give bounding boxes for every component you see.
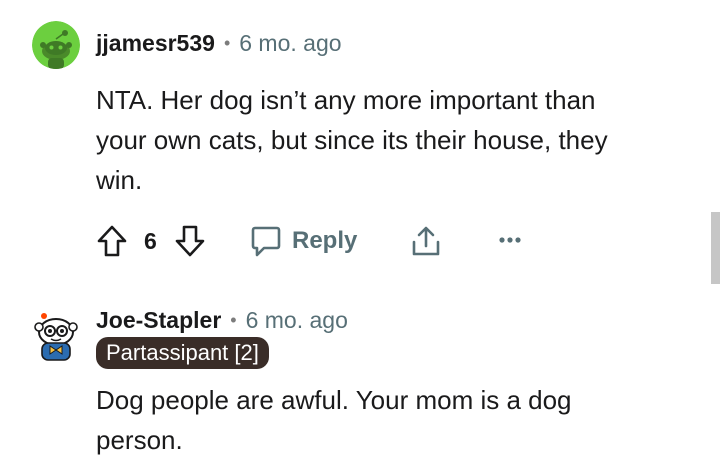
arrow-down-icon — [175, 225, 205, 257]
comment-line: Dog people are awful. Your mom is a dog — [96, 385, 572, 415]
snoo-with-bowtie-avatar-icon — [34, 313, 78, 361]
timestamp: 6 mo. ago — [239, 30, 342, 56]
more-dots-icon — [499, 237, 521, 243]
meta-separator: • — [230, 310, 237, 330]
timestamp: 6 mo. ago — [245, 307, 348, 333]
share-button[interactable] — [410, 224, 442, 258]
avatar[interactable] — [32, 21, 80, 69]
meta-separator: • — [223, 33, 231, 53]
speech-bubble-icon — [251, 226, 281, 257]
comment: jjamesr539 • 6 mo. ago NTA. Her dog isn’… — [0, 0, 720, 290]
vote-count: 6 — [144, 228, 157, 254]
scrollbar-thumb[interactable] — [711, 212, 720, 284]
comment-meta: Joe-Stapler • 6 mo. ago — [96, 307, 348, 334]
more-options-button[interactable] — [498, 236, 522, 244]
comment-meta: jjamesr539 • 6 mo. ago — [96, 30, 342, 57]
author-name[interactable]: Joe-Stapler — [96, 307, 221, 334]
upvote-button[interactable] — [96, 224, 128, 258]
comment: Joe-Stapler • 6 mo. ago Partassipant [2]… — [0, 290, 720, 469]
reply-button[interactable]: Reply — [250, 224, 357, 258]
reply-label: Reply — [292, 227, 358, 254]
comment-actions: 6 Reply — [96, 222, 536, 262]
user-flair: Partassipant [2] — [96, 337, 269, 369]
comment-line: NTA. Her dog isn’t any more important th… — [96, 85, 596, 115]
downvote-button[interactable] — [174, 224, 206, 258]
comment-line: person. — [96, 425, 183, 455]
comment-body: Dog people are awful. Your mom is a dog … — [96, 380, 572, 460]
arrow-up-icon — [97, 225, 127, 257]
author-name[interactable]: jjamesr539 — [96, 30, 215, 57]
share-icon — [412, 226, 440, 256]
avatar[interactable] — [32, 310, 80, 361]
green-snoo-avatar-icon — [32, 21, 80, 69]
comment-body: NTA. Her dog isn’t any more important th… — [96, 80, 608, 200]
comment-line: win. — [96, 165, 143, 195]
comment-line: your own cats, but since its their house… — [96, 125, 608, 155]
